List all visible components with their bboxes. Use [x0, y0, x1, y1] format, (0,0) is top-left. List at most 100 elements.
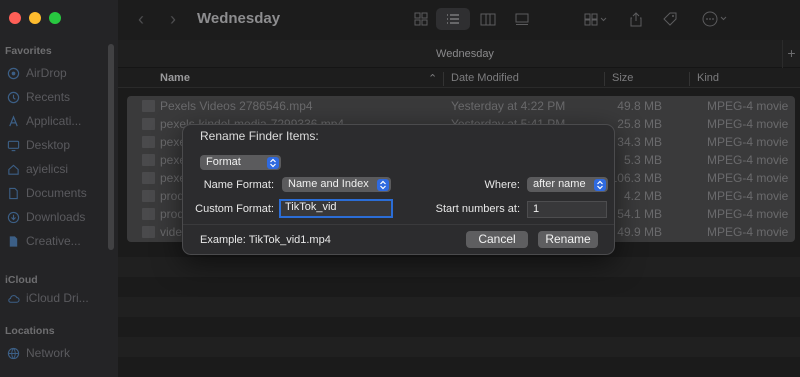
column-kind[interactable]: Kind: [697, 72, 719, 84]
name-format-value: Name and Index: [288, 178, 369, 190]
sidebar-item-network[interactable]: Network: [7, 346, 115, 360]
sidebar-item-downloads[interactable]: Downloads: [7, 210, 115, 224]
file-kind: MPEG-4 movie: [707, 189, 789, 203]
sidebar-item-recents[interactable]: Recents: [7, 90, 115, 104]
empty-row: [118, 297, 800, 317]
back-button[interactable]: ‹: [138, 9, 144, 30]
column-name[interactable]: Name: [160, 72, 190, 84]
file-size: 106.3 MB: [610, 171, 662, 185]
fullscreen-window-button[interactable]: [49, 12, 61, 24]
sidebar-item-label: Recents: [26, 90, 71, 104]
desktop-icon: [7, 140, 20, 151]
applications-icon: [9, 114, 18, 126]
home-icon: [8, 164, 19, 175]
sidebar-item-creative[interactable]: Creative...: [7, 234, 115, 248]
column-view-button[interactable]: [474, 8, 502, 30]
where-popup[interactable]: after name: [527, 177, 608, 192]
dialog-divider: [183, 224, 614, 225]
video-file-icon: [142, 172, 155, 184]
sidebar-item-label: Applicati...: [26, 114, 82, 128]
action-button[interactable]: [698, 8, 734, 30]
popup-arrows-icon: [377, 178, 389, 191]
sidebar-section-locations: Locations: [5, 325, 55, 337]
column-divider[interactable]: [604, 72, 605, 86]
rename-finder-items-dialog: Rename Finder Items: Format Name Format:…: [182, 124, 615, 255]
file-kind: MPEG-4 movie: [707, 99, 789, 113]
file-kind: MPEG-4 movie: [707, 171, 789, 185]
video-file-icon: [142, 190, 155, 202]
tab-bar: Wednesday +: [118, 40, 800, 68]
file-kind: MPEG-4 movie: [707, 207, 789, 221]
sidebar-item-applications[interactable]: Applicati...: [7, 114, 115, 128]
rename-mode-popup[interactable]: Format: [200, 155, 281, 170]
forward-button[interactable]: ›: [170, 9, 176, 30]
sidebar-scrollbar[interactable]: [108, 44, 114, 250]
sidebar-item-icloud-drive[interactable]: iCloud Dri...: [7, 291, 115, 305]
share-button[interactable]: [626, 8, 646, 30]
group-button[interactable]: [578, 8, 614, 30]
rename-mode-value: Format: [206, 156, 241, 168]
dialog-title: Rename Finder Items:: [200, 129, 319, 143]
start-numbers-input[interactable]: 1: [527, 201, 607, 218]
sidebar-item-label: Desktop: [26, 138, 71, 152]
toolbar: ‹ › Wednesday: [118, 0, 800, 40]
cancel-button[interactable]: Cancel: [466, 231, 528, 248]
rename-example: Example: TikTok_vid1.mp4: [200, 234, 331, 246]
name-format-popup[interactable]: Name and Index: [282, 177, 391, 192]
video-file-icon: [142, 208, 155, 220]
empty-row: [118, 257, 800, 277]
sidebar-item-airdrop[interactable]: AirDrop: [7, 66, 115, 80]
sidebar: Favorites AirDrop Recents Applicati... D…: [0, 0, 118, 377]
minimize-window-button[interactable]: [29, 12, 41, 24]
sidebar-item-documents[interactable]: Documents: [7, 186, 115, 200]
sidebar-item-label: ayielicsi: [26, 162, 69, 176]
file-kind: MPEG-4 movie: [707, 135, 789, 149]
airdrop-icon: [7, 67, 20, 79]
sidebar-item-home[interactable]: ayielicsi: [7, 162, 115, 176]
icon-view-button[interactable]: [408, 8, 434, 30]
cloud-icon: [8, 294, 20, 303]
window-controls: [9, 12, 61, 24]
column-header: Name ⌃ Date Modified Size Kind: [118, 68, 800, 88]
file-kind: MPEG-4 movie: [707, 117, 789, 131]
column-date-modified[interactable]: Date Modified: [451, 72, 519, 84]
document-icon: [9, 187, 18, 199]
window-title: Wednesday: [197, 10, 281, 27]
clock-icon: [7, 91, 20, 103]
more-options-icon: [702, 11, 727, 27]
sidebar-section-favorites: Favorites: [5, 45, 52, 57]
where-value: after name: [533, 178, 586, 190]
column-divider[interactable]: [443, 72, 444, 86]
file-row[interactable]: Pexels Videos 2786546.mp4 Yesterday at 4…: [127, 97, 795, 115]
file-name: vide: [160, 225, 183, 239]
sidebar-item-desktop[interactable]: Desktop: [7, 138, 115, 152]
where-label: Where:: [484, 179, 520, 191]
sidebar-item-label: Network: [26, 346, 71, 360]
file-size: 34.3 MB: [617, 135, 662, 149]
popup-arrows-icon: [594, 178, 606, 191]
name-format-label: Name Format:: [203, 179, 274, 191]
list-view-button[interactable]: [436, 8, 470, 30]
file-size: 49.9 MB: [617, 225, 662, 239]
rename-button[interactable]: Rename: [538, 231, 598, 248]
sidebar-section-icloud: iCloud: [5, 274, 38, 286]
file-date: Yesterday at 4:22 PM: [451, 99, 566, 113]
tags-button[interactable]: [660, 8, 680, 30]
gallery-icon: [515, 13, 529, 25]
file-kind: MPEG-4 movie: [707, 225, 789, 239]
tab-wednesday[interactable]: Wednesday: [118, 48, 800, 60]
custom-format-input[interactable]: TikTok_vid: [279, 199, 393, 218]
column-size[interactable]: Size: [612, 72, 633, 84]
file-icon: [9, 235, 18, 247]
sidebar-item-label: Documents: [26, 186, 87, 200]
gallery-view-button[interactable]: [508, 8, 536, 30]
file-size: 5.3 MB: [623, 153, 662, 167]
close-window-button[interactable]: [9, 12, 21, 24]
sort-ascending-icon: ⌃: [428, 73, 438, 85]
column-divider[interactable]: [689, 72, 690, 86]
new-tab-button[interactable]: +: [782, 40, 800, 68]
video-file-icon: [142, 118, 155, 130]
start-numbers-label: Start numbers at:: [435, 203, 520, 215]
file-size: 4.2 MB: [623, 189, 662, 203]
grid-icon: [414, 12, 428, 26]
